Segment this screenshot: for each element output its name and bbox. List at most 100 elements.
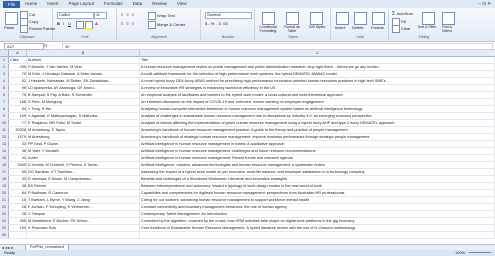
cell-title[interactable]: Controlled by the algorithm, coached by … — [140, 218, 495, 224]
align-icons-top[interactable]: ≡ ≡ ≡ — [121, 12, 135, 17]
cell-title[interactable]: Artificial intelligence in human resourc… — [140, 148, 495, 154]
row-header[interactable]: 15 — [0, 155, 9, 161]
cell-title[interactable]: Benefits and challenges of a Shortened W… — [140, 176, 495, 182]
cell-title[interactable]: An informed discussion on the impact of … — [140, 99, 495, 105]
row-header[interactable]: 9 — [0, 113, 9, 119]
cell-title[interactable]: Armstrong's handbook of strategic human … — [140, 134, 495, 140]
row-header[interactable]: 3 — [0, 71, 9, 77]
autosum-button[interactable]: Σ AutoSum — [392, 11, 413, 17]
column-header-c[interactable]: C — [140, 50, 495, 57]
cell-authors[interactable]: V Agarwal, K Mathiyazhagan, S Malhotra..… — [27, 113, 140, 119]
cell-cites[interactable]: 52 — [9, 78, 27, 84]
tab-data[interactable]: Data — [128, 0, 148, 8]
italic-button[interactable]: I — [63, 21, 64, 26]
window-controls[interactable]: – ⊡ ✕ — [478, 1, 491, 7]
delete-button[interactable]: Delete — [352, 25, 364, 30]
cell-title[interactable]: Artificial intelligence in human resourc… — [140, 155, 495, 161]
insert-button[interactable]: Insert — [335, 25, 345, 30]
fx-icon[interactable]: fx — [44, 42, 48, 49]
row-header[interactable]: 10 — [0, 120, 9, 126]
row-header[interactable]: 20 — [0, 190, 9, 196]
cell-title[interactable]: Analysing human-computer interaction beh… — [140, 106, 495, 112]
row-header[interactable]: 21 — [0, 197, 9, 203]
cell-cites[interactable]: 95 — [9, 85, 27, 91]
row-header[interactable]: 23 — [0, 211, 9, 217]
tab-page-layout[interactable]: Page Layout — [64, 0, 99, 8]
name-box[interactable]: A27 — [4, 43, 44, 50]
cell-cites[interactable]: 28 — [9, 204, 27, 210]
cell-cites[interactable]: 44 — [9, 155, 27, 161]
number-format-select[interactable]: General — [205, 12, 252, 19]
font-color-button[interactable]: A — [95, 21, 98, 26]
zoom-slider[interactable] — [469, 252, 491, 253]
row-header[interactable]: 4 — [0, 78, 9, 84]
cell-authors[interactable]: Authors — [27, 57, 140, 63]
cell-authors[interactable]: PP Seal, P Gupta — [27, 141, 140, 147]
tab-insert[interactable]: Insert — [42, 0, 63, 8]
cell-authors[interactable]: M Vaer, Y Vandalli — [27, 148, 140, 154]
row-header[interactable]: 22 — [0, 204, 9, 210]
cell-title[interactable]: A multi-attribute framework for the sele… — [140, 71, 495, 77]
cell-title[interactable]: Core functions of Sustainable Human Reso… — [140, 225, 495, 231]
format-painter-button[interactable]: Format Painter — [20, 25, 55, 33]
format-as-table-icon[interactable] — [286, 12, 299, 25]
number-format-buttons[interactable]: $ - % , .0 .00 — [205, 21, 228, 26]
select-all-corner[interactable] — [0, 50, 9, 57]
tab-review[interactable]: Review — [147, 0, 172, 8]
format-as-table-button[interactable]: Format as Table — [281, 25, 303, 33]
cell-title[interactable] — [140, 232, 495, 238]
cell-cites[interactable]: Cites — [9, 57, 27, 63]
cell-title[interactable]: Analysis of factors affecting the implem… — [140, 120, 495, 126]
wrap-text-button[interactable]: Wrap Text — [148, 12, 175, 20]
row-header[interactable]: 11 — [0, 127, 9, 133]
cell-title[interactable]: Constant connectivity and boundary manag… — [140, 204, 495, 210]
cell-authors[interactable]: B Sampat, S Pay, A Bahl, S Schneider — [27, 92, 140, 98]
conditional-formatting-icon[interactable] — [262, 12, 275, 25]
cell-authors[interactable]: Y Tong, R Wu — [27, 106, 140, 112]
cell-cites[interactable]: 54 — [9, 106, 27, 112]
cell-cites[interactable]: 55 — [9, 169, 27, 175]
cell-authors[interactable]: C Tampoe — [27, 211, 140, 217]
cell-title[interactable]: Contemporary Talent Management: An Intro… — [140, 211, 495, 217]
cell-authors[interactable] — [27, 232, 140, 238]
cell-cites[interactable]: 190 — [9, 225, 27, 231]
paste-button[interactable]: Paste — [4, 25, 14, 30]
cell-cites[interactable]: 109 — [9, 113, 27, 119]
row-header[interactable]: 7 — [0, 99, 9, 105]
cell-authors[interactable]: J Hesketh, Nahrawan, M Disten, EK Zavads… — [27, 78, 140, 84]
insert-cells-icon[interactable] — [336, 12, 349, 25]
conditional-formatting-button[interactable]: Conditional Formatting — [256, 25, 280, 33]
tab-file[interactable]: File — [3, 0, 21, 8]
cell-authors[interactable]: P Boselie, J Van Harten, M Veld — [27, 64, 140, 70]
cell-title[interactable]: Armstrong's handbook of human resource m… — [140, 127, 495, 133]
cell-authors[interactable]: D Vanessa, E Bauer, M Campobasso... — [27, 176, 140, 182]
cell-title[interactable]: Capabilities and competencies for digiti… — [140, 190, 495, 196]
cell-title[interactable]: Assessing the impact of a hybrid work mo… — [140, 169, 495, 175]
cell-title[interactable]: Artificial intelligence in human resourc… — [140, 141, 495, 147]
row-header[interactable]: 26 — [0, 232, 9, 238]
cell-authors[interactable]: S Pere, M Mohgung — [27, 99, 140, 105]
merge-center-button[interactable]: Merge & Center — [148, 21, 185, 29]
cell-authors[interactable]: D Vrontis, M Christofi, V Pereira, S Tar… — [27, 162, 140, 168]
cell-authors[interactable]: DG Samillan, ET Samillan... — [27, 169, 140, 175]
cell-title[interactable]: Artificial intelligence, robotics, advan… — [140, 162, 495, 168]
cell-cites[interactable] — [9, 232, 27, 238]
row-header[interactable]: 6 — [0, 92, 9, 98]
cell-title[interactable]: A novel hybrid fuzzy DEA-fuzzy ARAS meth… — [140, 78, 495, 84]
sort-filter-button[interactable]: Sort & Filter — [417, 25, 437, 29]
row-header[interactable]: 19 — [0, 183, 9, 189]
font-name-select[interactable]: Calibri — [57, 12, 94, 19]
cell-cites[interactable]: 84 — [9, 190, 27, 196]
cell-authors[interactable]: P Budhwar, R Cameron — [27, 190, 140, 196]
row-header[interactable]: 17 — [0, 169, 9, 175]
column-header-b[interactable]: B — [27, 50, 140, 57]
delete-cells-icon[interactable] — [354, 12, 367, 25]
row-header[interactable]: 16 — [0, 162, 9, 168]
cell-cites[interactable]: 295 — [9, 64, 27, 70]
tab-view[interactable]: View — [172, 0, 192, 8]
cell-cites[interactable]: 1579 — [9, 134, 27, 140]
cell-cites[interactable]: 33 — [9, 176, 27, 182]
cell-authors[interactable]: E Rasjanov, MR Fathi, M Torabi — [27, 120, 140, 126]
cell-authors[interactable]: M Armstrong, S Taylor — [27, 127, 140, 133]
underline-button[interactable]: U — [68, 21, 71, 26]
